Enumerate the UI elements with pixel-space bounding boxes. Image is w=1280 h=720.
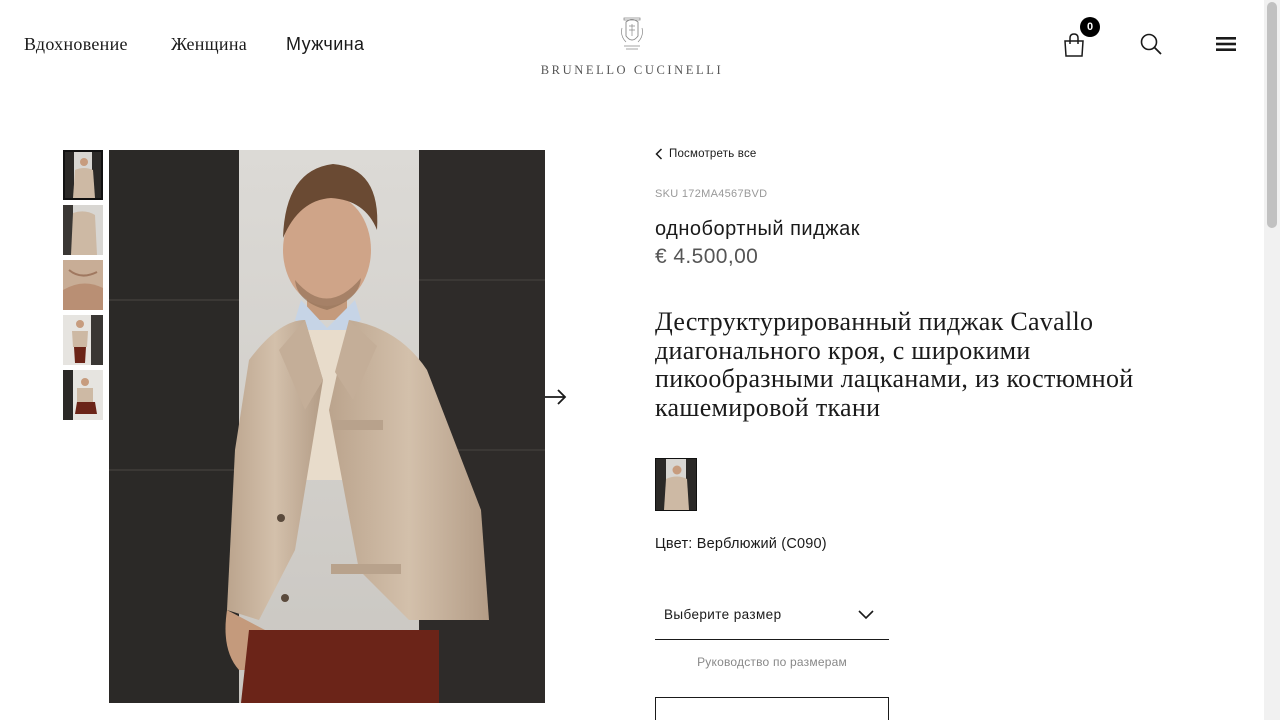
thumbnail-image — [63, 370, 103, 420]
add-to-cart-button[interactable]: Добавить — [655, 697, 889, 720]
crest-icon — [621, 17, 643, 50]
thumbnail-image — [65, 152, 101, 198]
thumbnail-3[interactable] — [63, 260, 103, 310]
shopping-bag-icon[interactable] — [1062, 32, 1086, 58]
thumbnail-image — [63, 205, 103, 255]
thumbnail-image — [63, 315, 103, 365]
thumbnail-2[interactable] — [63, 205, 103, 255]
brand-wordmark: BRUNELLO CUCINELLI — [540, 63, 724, 77]
thumbnail-image — [63, 260, 103, 310]
nav-item-men[interactable]: Мужчина — [286, 34, 364, 55]
thumbnail-1[interactable] — [63, 150, 103, 200]
back-to-all-link[interactable]: Посмотреть все — [655, 148, 757, 160]
product-description: Деструктурированный пиджак Cavallo диаго… — [655, 307, 1134, 422]
thumbnail-4[interactable] — [63, 315, 103, 365]
arrow-right-icon[interactable] — [544, 385, 568, 409]
color-swatch[interactable] — [655, 458, 697, 511]
product-sku: SKU 172MA4567BVD — [655, 188, 768, 200]
color-label: Цвет: Верблюжий (C090) — [655, 536, 827, 552]
thumbnail-5[interactable] — [63, 370, 103, 420]
swatch-image — [656, 459, 696, 510]
site-header: Вдохновение Женщина Мужчина BRUNELLO CUC… — [0, 0, 1264, 90]
chevron-left-icon — [655, 148, 663, 160]
hamburger-menu-icon[interactable] — [1215, 35, 1237, 53]
main-product-image[interactable] — [109, 150, 545, 703]
size-guide-link[interactable]: Руководство по размерам — [655, 655, 889, 669]
page-scrollbar[interactable] — [1264, 0, 1280, 720]
back-link-label: Посмотреть все — [669, 148, 757, 160]
nav-item-inspiration[interactable]: Вдохновение — [24, 34, 128, 55]
size-select[interactable]: Выберите размер — [655, 596, 889, 640]
cart-count-badge: 0 — [1080, 17, 1100, 37]
product-photo — [109, 150, 545, 703]
nav-item-women[interactable]: Женщина — [171, 34, 247, 55]
chevron-down-icon — [858, 610, 874, 620]
product-thumbnails — [63, 150, 105, 425]
size-select-placeholder: Выберите размер — [664, 607, 782, 622]
search-icon[interactable] — [1139, 32, 1163, 56]
brand-logo[interactable]: BRUNELLO CUCINELLI — [536, 14, 728, 78]
scrollbar-thumb[interactable] — [1267, 2, 1277, 228]
product-title: однобортный пиджак — [655, 218, 861, 240]
product-price: € 4.500,00 — [655, 245, 759, 268]
